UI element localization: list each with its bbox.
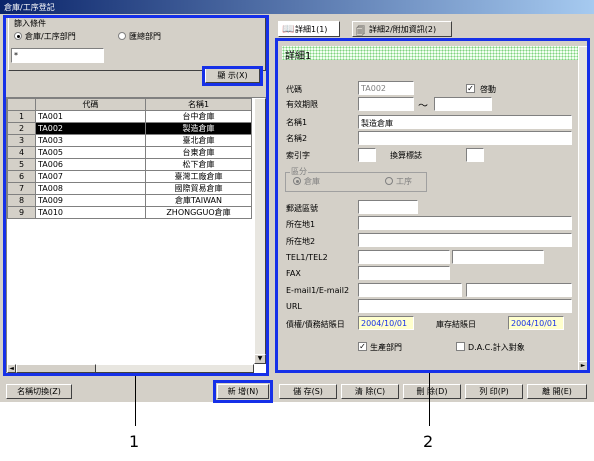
window-title: 倉庫/工序登記 <box>4 3 55 12</box>
show-button-highlight <box>202 66 263 86</box>
highlight-frame-2 <box>275 38 590 373</box>
delete-button[interactable]: 刪 除(D) <box>403 384 461 399</box>
application-window: 倉庫/工序登記 篩入條件 倉庫/工序部門 匯總部門 * 顯 示(X) 代碼 名稱… <box>0 0 594 403</box>
book-icon: 📖 <box>282 24 295 35</box>
tab-detail2-label: 詳細2/附加資訊(2) <box>369 24 437 34</box>
callout-line-2 <box>429 373 430 426</box>
exit-button[interactable]: 離 開(E) <box>527 384 587 399</box>
clear-button[interactable]: 清 除(C) <box>341 384 399 399</box>
print-button[interactable]: 列 印(P) <box>465 384 523 399</box>
callout-line-1 <box>135 376 136 426</box>
title-bar: 倉庫/工序登記 <box>0 0 594 14</box>
callout-number-1: 1 <box>129 432 140 451</box>
tab-detail1[interactable]: 📖 詳細1(1) <box>278 21 340 37</box>
save-button[interactable]: 儲 存(S) <box>279 384 337 399</box>
callout-number-2: 2 <box>423 432 434 451</box>
tab-detail2[interactable]: 🗐 詳細2/附加資訊(2) <box>352 21 452 37</box>
tab-detail1-label: 詳細1(1) <box>295 24 328 34</box>
new-button-highlight <box>213 380 273 403</box>
switch-name-button[interactable]: 名稱切換(Z) <box>6 384 72 399</box>
